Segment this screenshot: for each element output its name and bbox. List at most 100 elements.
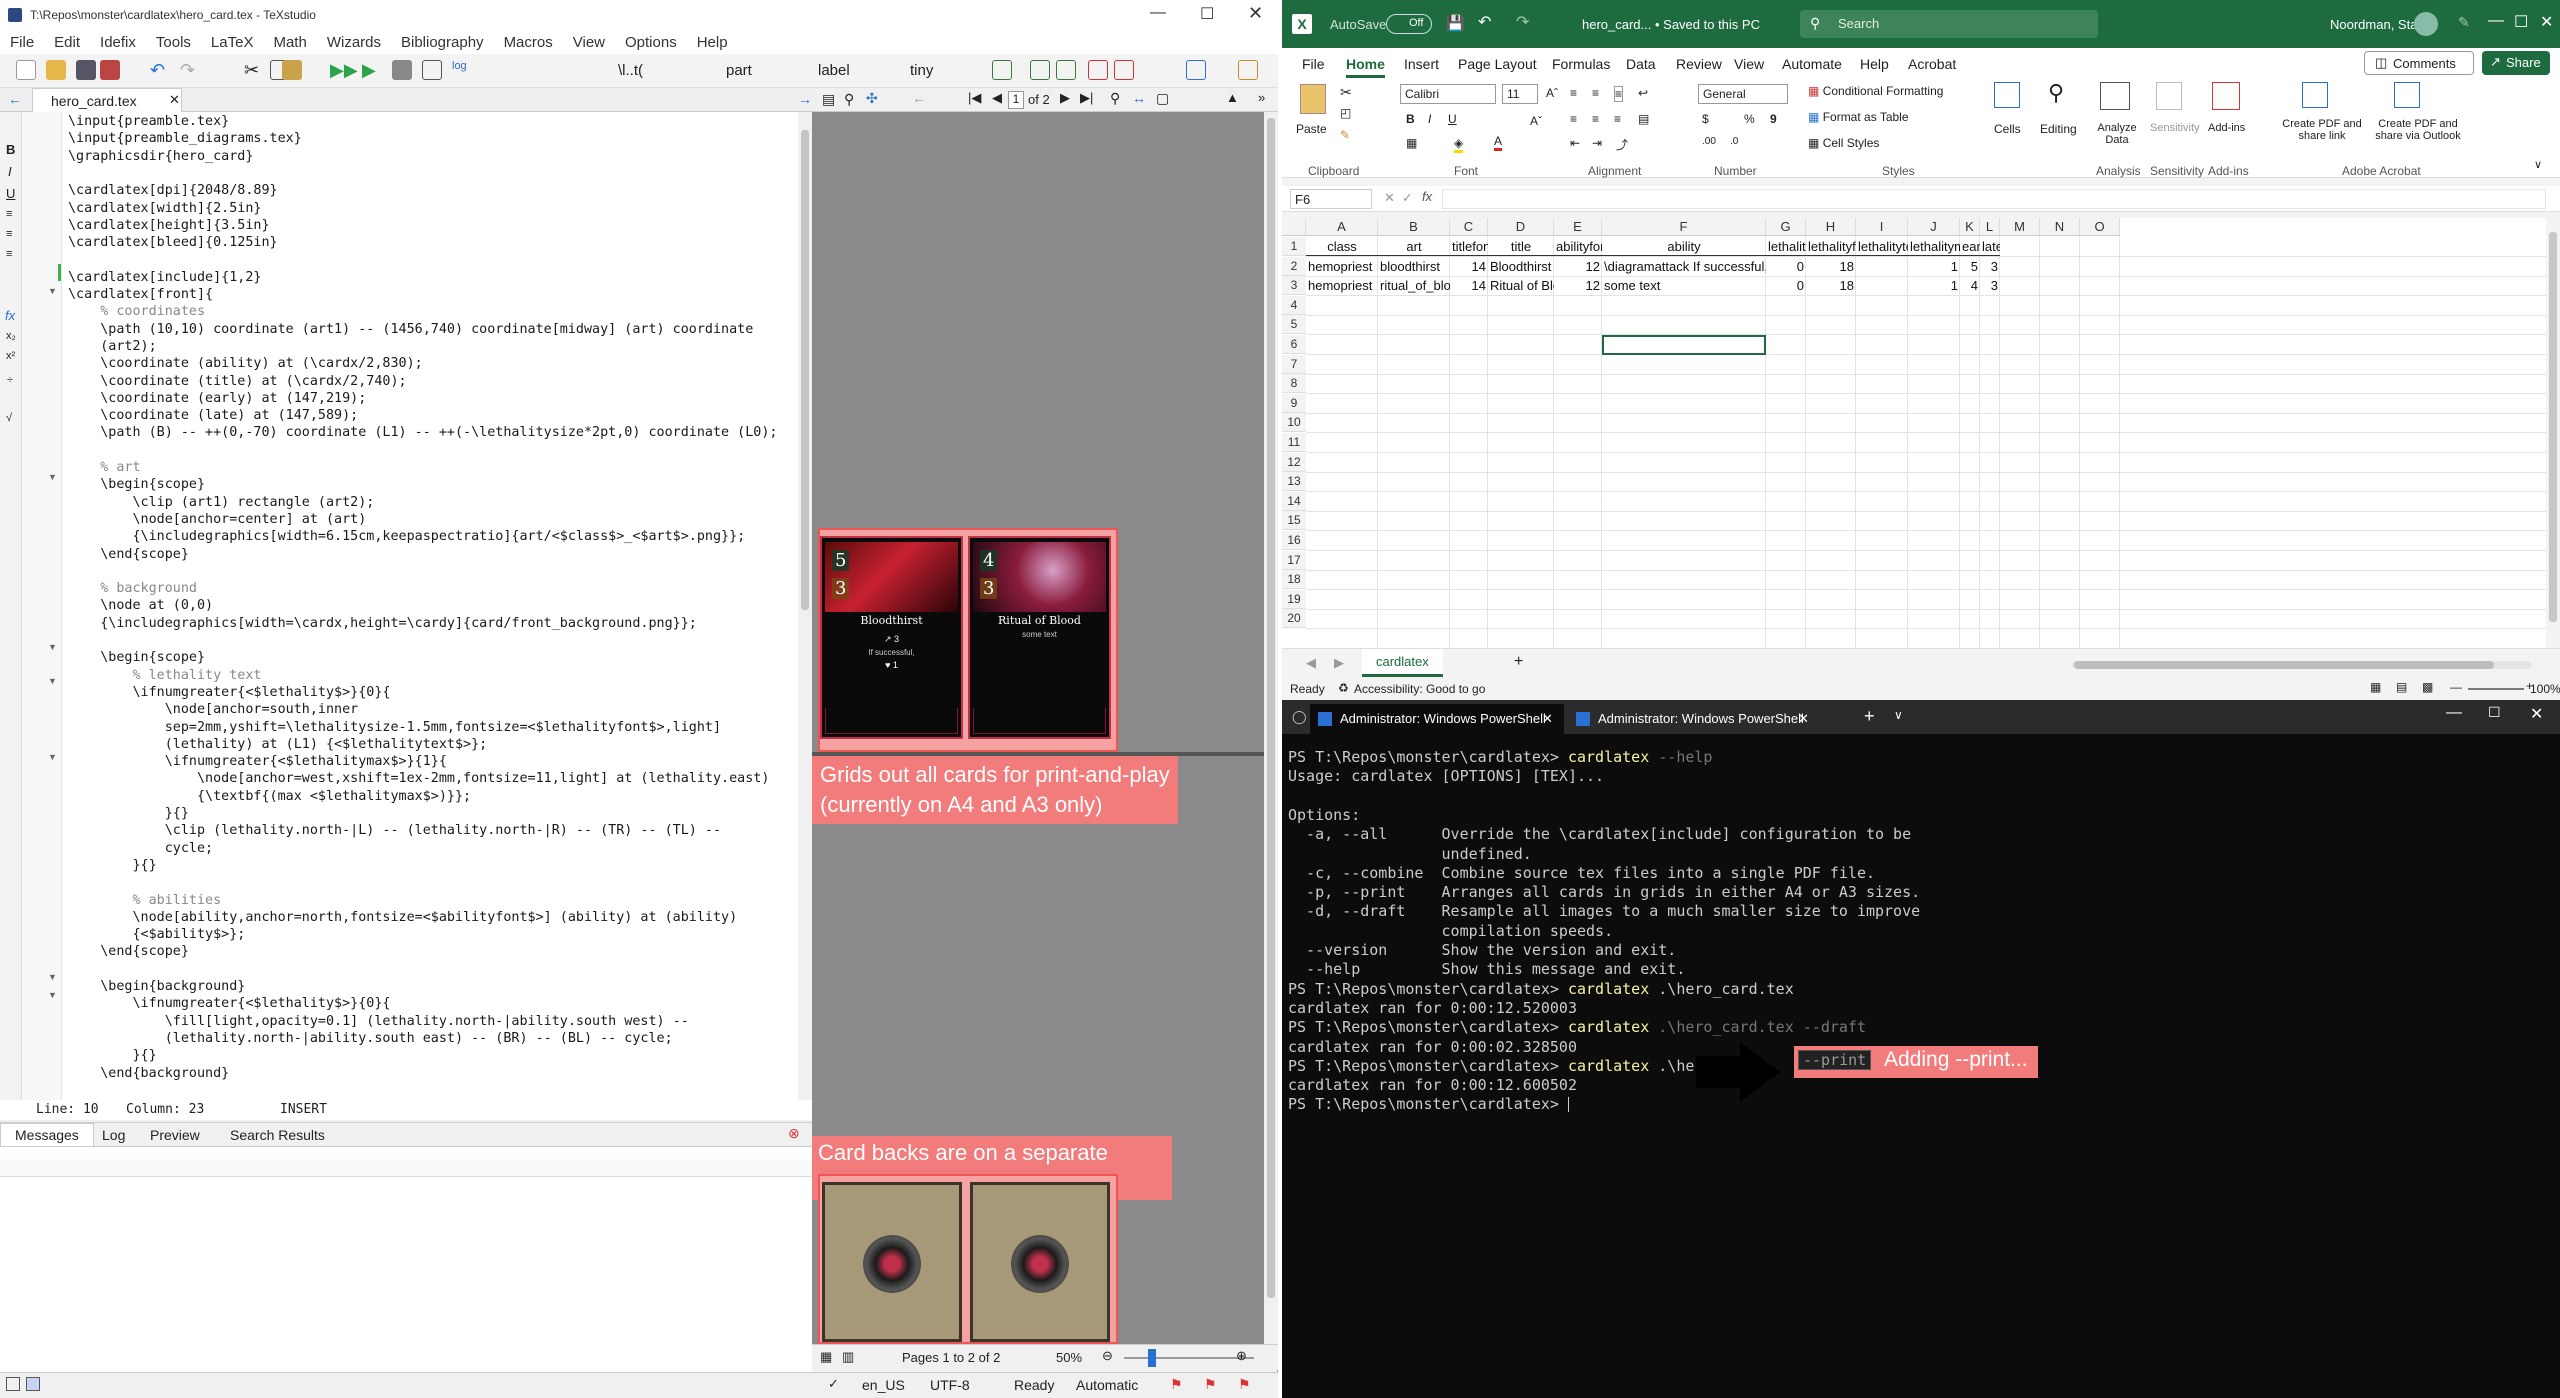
menu-help[interactable]: Help	[687, 30, 738, 51]
scrollbar-thumb[interactable]	[1267, 118, 1275, 1298]
increase-indent-icon[interactable]: ⇥	[1592, 136, 1602, 150]
tab-close-icon[interactable]: ✕	[1798, 704, 1809, 734]
code-line[interactable]: % coordinates	[68, 304, 205, 321]
table-del-row-icon[interactable]	[1088, 60, 1108, 80]
code-line[interactable]: \node[ability,anchor=north,fontsize=<$ab…	[68, 910, 737, 927]
code-line[interactable]: \graphicsdir{hero_card}	[68, 149, 253, 166]
code-line[interactable]: cycle;	[68, 841, 213, 858]
page-input[interactable]: 1	[1008, 91, 1024, 109]
editor-scrollbar[interactable]	[798, 112, 812, 1120]
menu-idefix[interactable]: Idefix	[90, 30, 146, 51]
table-cell[interactable]: 3	[1980, 276, 2000, 295]
align-middle-icon[interactable]: ≡	[1592, 86, 1599, 100]
viewer-sync-icon[interactable]: ▤	[822, 91, 835, 108]
table-cell[interactable]: 18	[1806, 276, 1856, 295]
menu-view[interactable]: View	[563, 30, 615, 51]
spellcheck-icon[interactable]: ✓	[828, 1376, 839, 1392]
save-as-icon[interactable]	[100, 60, 120, 80]
decrease-decimal-icon[interactable]: .0	[1730, 136, 1738, 147]
code-line[interactable]: }{}	[68, 806, 189, 823]
align-center-icon[interactable]: ≡	[6, 228, 12, 240]
wrap-text-icon[interactable]: ↩	[1638, 86, 1648, 100]
code-line[interactable]: (lethality) at (L1) {<$lethalitytext$>};	[68, 737, 487, 754]
column-header[interactable]: D	[1488, 218, 1554, 236]
increase-decimal-icon[interactable]: .00	[1702, 136, 1716, 147]
code-line[interactable]: {\includegraphics[width=6.15cm,keepaspec…	[68, 529, 745, 546]
italic-icon[interactable]: I	[1428, 112, 1431, 126]
format-painter-icon[interactable]: ✎	[1340, 128, 1350, 142]
code-line[interactable]: \end{background}	[68, 1066, 229, 1083]
font-color-icon[interactable]: A	[1494, 134, 1503, 151]
table-cell[interactable]: hemopriest	[1306, 276, 1378, 295]
header-cell[interactable]: abilityfont	[1554, 237, 1602, 256]
cell-styles-button[interactable]: ▦ Cell Styles	[1808, 136, 1879, 150]
code-line[interactable]: \node[anchor=south,inner	[68, 702, 359, 719]
table-cell[interactable]: 12	[1554, 257, 1602, 276]
excel-zoom-level[interactable]: 100%	[2530, 682, 2560, 696]
menu-bibliography[interactable]: Bibliography	[391, 30, 494, 51]
view-log-icon[interactable]: log	[452, 60, 472, 80]
thumbnails-icon[interactable]: ▥	[842, 1349, 854, 1365]
bold-icon[interactable]: B	[1406, 112, 1415, 126]
row-header[interactable]: 18	[1282, 570, 1306, 590]
header-cell[interactable]: lethalityfont	[1806, 237, 1856, 256]
label-dropdown[interactable]: label	[818, 60, 850, 82]
cells-label[interactable]: Cells	[1994, 122, 2021, 136]
merge-icon[interactable]: ▤	[1638, 112, 1649, 126]
redo-icon[interactable]: ↷	[180, 60, 200, 80]
menu-latex[interactable]: LaTeX	[201, 30, 264, 51]
tab-dropdown-icon[interactable]: ∨	[1894, 708, 1903, 722]
table-cell[interactable]: ritual_of_blood	[1378, 276, 1450, 295]
section-dropdown[interactable]: part	[726, 60, 752, 82]
header-cell[interactable]: title	[1488, 237, 1554, 256]
menu-tools[interactable]: Tools	[146, 30, 201, 51]
table-cell[interactable]: 18	[1806, 257, 1856, 276]
accessibility-status[interactable]: Accessibility: Good to go	[1354, 682, 1485, 696]
tab-review[interactable]: Review	[1676, 56, 1722, 72]
bookmark-icon[interactable]: ⚑	[1170, 1376, 1183, 1393]
menu-file[interactable]: File	[0, 30, 44, 51]
column-header[interactable]: L	[1980, 218, 2000, 236]
scrollbar-thumb[interactable]	[801, 130, 809, 610]
code-line[interactable]: \clip (art1) rectangle (art2);	[68, 495, 374, 512]
tab-home[interactable]: Home	[1346, 56, 1385, 78]
code-line[interactable]: \begin{scope}	[68, 477, 205, 494]
orientation-icon[interactable]: ⤴	[1616, 136, 1628, 153]
code-line[interactable]: \begin{background}	[68, 979, 245, 996]
terminal-tab-active[interactable]: Administrator: Windows PowerShell ✕	[1310, 704, 1564, 734]
minimize-icon[interactable]: —	[2488, 12, 2504, 30]
terminal-scrollbar[interactable]	[2548, 734, 2560, 1398]
conditional-formatting-button[interactable]: ▦ Conditional Formatting	[1808, 84, 1943, 98]
close-icon[interactable]: ✕	[2530, 704, 2543, 724]
file-tab[interactable]: hero_card.tex ✕	[32, 88, 182, 112]
search-box[interactable]: ⚲ Search	[1800, 10, 2098, 38]
autosave-toggle[interactable]: Off	[1386, 14, 1432, 34]
doc-title[interactable]: hero_card... • Saved to this PC	[1582, 17, 1760, 32]
align-right-icon[interactable]: ≡	[6, 248, 12, 260]
code-line[interactable]: \ifnumgreater{<$lethality$>}{0}{	[68, 685, 390, 702]
first-page-icon[interactable]: |◀	[968, 90, 981, 106]
undo-icon[interactable]: ↶	[1478, 12, 1491, 32]
page-break-view-icon[interactable]: ▩	[2422, 680, 2433, 694]
name-box[interactable]: F6	[1290, 189, 1372, 209]
font-name-select[interactable]: Calibri	[1400, 84, 1496, 104]
table-cell[interactable]	[1856, 276, 1908, 295]
viewer-magnifier-icon[interactable]: ⚲	[844, 91, 854, 108]
next-sheet-icon[interactable]: ▶	[1334, 655, 1344, 671]
analyze-data-icon[interactable]	[2100, 82, 2130, 110]
fit-width-icon[interactable]: ↔	[1132, 90, 1146, 106]
formula-input[interactable]	[1442, 189, 2546, 209]
code-line[interactable]: \fill[light,opacity=0.1] (lethality.nort…	[68, 1014, 689, 1031]
page-layout-view-icon[interactable]: ▤	[2396, 680, 2407, 694]
row-header[interactable]: 11	[1282, 433, 1306, 452]
code-line[interactable]: \end{scope}	[68, 944, 189, 961]
decrease-indent-icon[interactable]: ⇤	[1570, 136, 1580, 150]
analyze-data-label[interactable]: Analyze Data	[2096, 122, 2138, 146]
editing-label[interactable]: Editing	[2040, 122, 2077, 136]
last-page-icon[interactable]: ▶|	[1080, 90, 1093, 106]
column-header[interactable]: I	[1856, 218, 1908, 236]
add-sheet-icon[interactable]: +	[1514, 653, 1523, 671]
code-line[interactable]: {<$ability$>};	[68, 927, 245, 944]
subscript-icon[interactable]: x₂	[6, 330, 16, 342]
code-line[interactable]: \cardlatex[front]{	[68, 287, 213, 304]
